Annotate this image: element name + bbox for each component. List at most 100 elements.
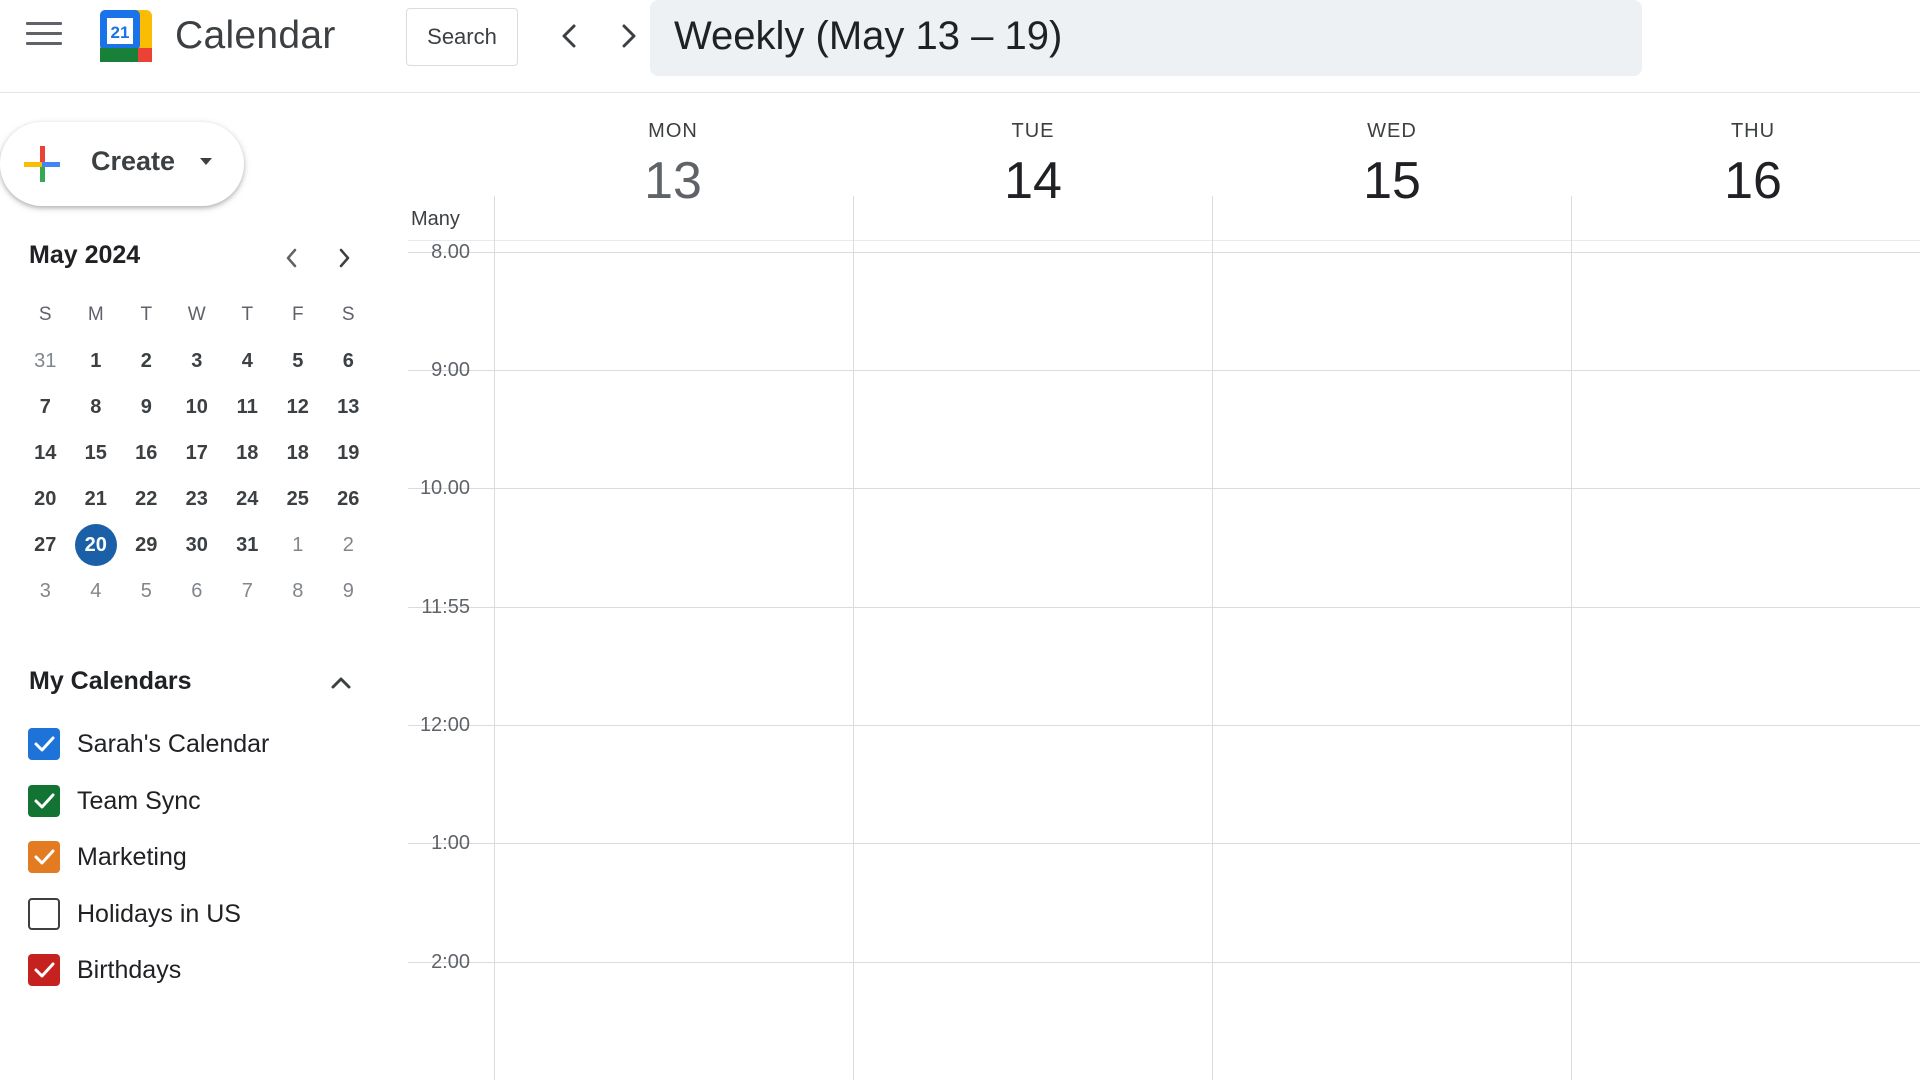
mini-day[interactable]: 8: [273, 568, 324, 614]
mini-calendar-month: May 2024: [29, 241, 141, 269]
mini-day[interactable]: 18: [273, 430, 324, 476]
calendar-item-label: Marketing: [77, 843, 187, 871]
day-name: THU: [1730, 120, 1776, 142]
mini-day[interactable]: 13: [323, 384, 374, 430]
mini-day[interactable]: 7: [20, 384, 71, 430]
mini-day[interactable]: 26: [323, 476, 374, 522]
calendar-item-birthdays[interactable]: Birthdays: [28, 950, 358, 990]
day-column-mon[interactable]: [495, 253, 853, 1080]
mini-day[interactable]: 10: [172, 384, 223, 430]
mini-day[interactable]: 12: [273, 384, 324, 430]
search-button[interactable]: Search: [406, 8, 518, 66]
mini-day-selected[interactable]: 20: [71, 522, 122, 568]
day-number: 14: [1004, 152, 1062, 210]
mini-day[interactable]: 7: [222, 568, 273, 614]
plus-icon: [24, 146, 60, 182]
weekday-label: F: [291, 304, 304, 325]
checkbox-checked-icon[interactable]: [28, 841, 60, 873]
mini-day[interactable]: 22: [121, 476, 172, 522]
mini-day[interactable]: 30: [172, 522, 223, 568]
weekday-label: T: [140, 304, 153, 325]
calendar-item-label: Birthdays: [77, 956, 182, 984]
checkbox-checked-icon[interactable]: [28, 785, 60, 817]
day-name: MON: [648, 120, 698, 142]
day-name: TUE: [1011, 120, 1055, 142]
mini-day[interactable]: 15: [71, 430, 122, 476]
day-header-wed[interactable]: WED 15: [1302, 120, 1482, 211]
day-header-tue[interactable]: TUE 14: [943, 120, 1123, 211]
create-button[interactable]: Create: [0, 122, 244, 206]
mini-day[interactable]: 24: [222, 476, 273, 522]
mini-day[interactable]: 4: [222, 338, 273, 384]
day-header-mon[interactable]: MON 13: [583, 120, 763, 211]
weekday-label: S: [341, 304, 355, 325]
checkbox-checked-icon[interactable]: [28, 954, 60, 986]
day-number: 13: [644, 152, 702, 210]
mini-day[interactable]: 23: [172, 476, 223, 522]
calendar-item-label: Team Sync: [77, 787, 201, 815]
mini-day[interactable]: 5: [121, 568, 172, 614]
calendar-item-marketing[interactable]: Marketing: [28, 837, 358, 877]
weekday-label: S: [38, 304, 52, 325]
mini-day[interactable]: 21: [71, 476, 122, 522]
chevron-right-icon[interactable]: [610, 16, 646, 56]
mini-day[interactable]: 1: [71, 338, 122, 384]
chevron-left-icon[interactable]: [552, 16, 588, 56]
calendar-logo: 21: [98, 8, 154, 64]
mini-day[interactable]: 31: [20, 338, 71, 384]
weekday-label: T: [241, 304, 254, 325]
date-range-title: Weekly (May 13 – 19): [650, 0, 1642, 76]
day-header-thu[interactable]: THU 16: [1663, 120, 1843, 211]
day-number: 15: [1363, 152, 1421, 210]
mini-day[interactable]: 17: [172, 430, 223, 476]
day-column-wed[interactable]: [1213, 253, 1571, 1080]
mini-day[interactable]: 5: [273, 338, 324, 384]
mini-day[interactable]: 19: [323, 430, 374, 476]
mini-day[interactable]: 14: [20, 430, 71, 476]
mini-day[interactable]: 25: [273, 476, 324, 522]
mini-day[interactable]: 18: [222, 430, 273, 476]
logo-number: 21: [111, 23, 130, 42]
mini-day[interactable]: 6: [172, 568, 223, 614]
my-calendars-title: My Calendars: [29, 667, 192, 695]
mini-day[interactable]: 16: [121, 430, 172, 476]
day-name: WED: [1367, 120, 1417, 142]
mini-day[interactable]: 29: [121, 522, 172, 568]
mini-day[interactable]: 6: [323, 338, 374, 384]
day-column-tue[interactable]: [854, 253, 1212, 1080]
caret-down-icon: [200, 158, 212, 165]
mini-day[interactable]: 9: [323, 568, 374, 614]
timezone-label: Many: [411, 208, 460, 230]
mini-day[interactable]: 20: [20, 476, 71, 522]
day-column-thu[interactable]: [1572, 253, 1920, 1080]
time-label: 8.00: [431, 241, 470, 263]
calendar-item-sarahs-calendar[interactable]: Sarah's Calendar: [28, 724, 358, 764]
mini-day[interactable]: 3: [20, 568, 71, 614]
mini-day[interactable]: 9: [121, 384, 172, 430]
mini-day[interactable]: 3: [172, 338, 223, 384]
mini-day[interactable]: 1: [273, 522, 324, 568]
mini-day[interactable]: 2: [323, 522, 374, 568]
time-label: 2:00: [431, 951, 470, 973]
mini-day[interactable]: 27: [20, 522, 71, 568]
checkbox-unchecked-icon[interactable]: [28, 898, 60, 930]
mini-next-month-icon[interactable]: [330, 244, 358, 272]
day-number: 16: [1724, 152, 1782, 210]
mini-day[interactable]: 31: [222, 522, 273, 568]
calendar-item-team-sync[interactable]: Team Sync: [28, 781, 358, 821]
mini-day[interactable]: 2: [121, 338, 172, 384]
time-label: 12:00: [419, 714, 470, 736]
mini-day[interactable]: 11: [222, 384, 273, 430]
selected-day-label: 20: [74, 524, 117, 566]
chevron-up-icon[interactable]: [326, 668, 356, 698]
calendar-item-holidays-in-us[interactable]: Holidays in US: [28, 894, 358, 934]
calendar-item-label: Holidays in US: [77, 900, 241, 928]
mini-day[interactable]: 8: [71, 384, 122, 430]
time-label: 11:55: [421, 596, 470, 618]
checkbox-checked-icon[interactable]: [28, 728, 60, 760]
top-bar: 21 Calendar Search Weekly (May 13 – 19): [0, 0, 1920, 93]
menu-icon[interactable]: [26, 22, 62, 50]
mini-day[interactable]: 4: [71, 568, 122, 614]
calendar-item-label: Sarah's Calendar: [77, 730, 270, 758]
mini-prev-month-icon[interactable]: [278, 244, 306, 272]
